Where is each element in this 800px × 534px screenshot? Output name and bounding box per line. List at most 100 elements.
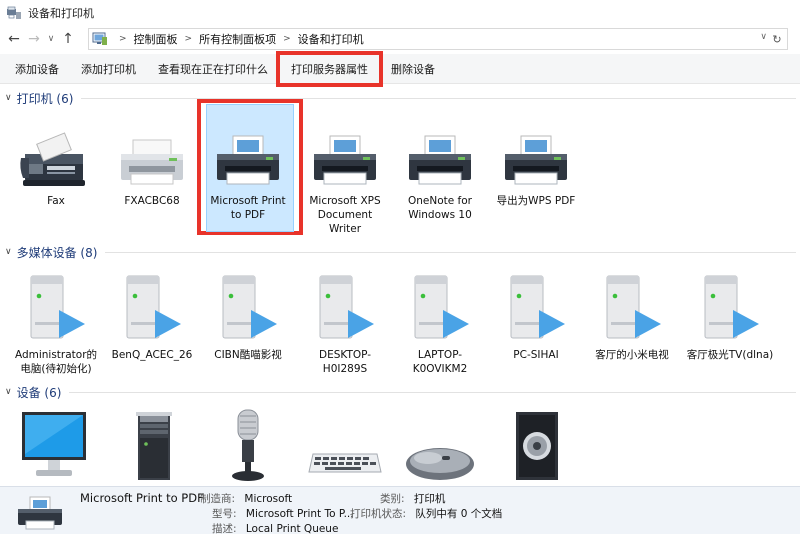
category-label: 类别: xyxy=(380,493,405,505)
media-device-item[interactable]: DESKTOP-H0I289S xyxy=(297,266,393,376)
model-label: 型号: xyxy=(212,508,237,520)
address-bar[interactable]: > 控制面板 > 所有控制面板项 > 设备和打印机 ∨ ↻ xyxy=(88,28,788,50)
media-devices-section-header[interactable]: ∨ 多媒体设备 (8) xyxy=(0,242,800,262)
keyboard-icon xyxy=(297,404,393,484)
printer-icon xyxy=(297,112,393,192)
media-device-name: 客厅的小米电视 xyxy=(595,349,669,361)
media-device-item[interactable]: Administrator的电脑(待初始化) xyxy=(8,266,104,376)
media-device-item[interactable]: LAPTOP-K0OVIKM2 xyxy=(392,266,488,376)
printer-item-export-wps-pdf[interactable]: 导出为WPS PDF xyxy=(488,112,584,208)
printer-name: FXACBC68 xyxy=(124,195,180,207)
printer-status-label: 打印机状态: xyxy=(350,508,407,520)
printer-item-microsoft-print-to-pdf[interactable]: Microsoft Print to PDF xyxy=(197,99,303,235)
breadcrumb-separator-icon[interactable]: > xyxy=(119,34,127,44)
fax-icon xyxy=(8,112,104,192)
devices-printers-app-icon xyxy=(6,5,22,21)
category-field: 类别: 打印机 xyxy=(380,491,445,506)
devices-section-label: 设备 (6) xyxy=(16,385,62,400)
breadcrumb-control-panel[interactable]: 控制面板 xyxy=(134,31,178,47)
media-device-item[interactable]: CIBN酷喵影视 xyxy=(200,266,296,362)
microphone-icon xyxy=(200,404,296,484)
section-divider xyxy=(81,97,796,99)
media-device-name: DESKTOP-H0I289S xyxy=(318,349,372,375)
description-field: 描述: Local Print Queue xyxy=(212,521,338,534)
printer-name: Fax xyxy=(47,195,65,207)
media-device-name: CIBN酷喵影视 xyxy=(214,349,282,361)
media-server-icon xyxy=(488,266,584,346)
section-divider xyxy=(69,391,796,393)
description-label: 描述: xyxy=(212,523,237,534)
description-value: Local Print Queue xyxy=(245,523,339,534)
section-divider xyxy=(105,251,796,253)
media-server-icon xyxy=(297,266,393,346)
printers-section-label: 打印机 (6) xyxy=(16,91,74,106)
media-device-name: BenQ_ACEC_26 xyxy=(111,349,193,361)
media-server-icon xyxy=(584,266,680,346)
model-value: Microsoft Print To P... xyxy=(245,508,354,520)
breadcrumb-all-control-panel-items[interactable]: 所有控制面板项 xyxy=(199,31,276,47)
print-server-properties-button[interactable]: 打印服务器属性 xyxy=(276,50,383,87)
printer-icon xyxy=(488,112,584,192)
device-item-keyboard[interactable] xyxy=(297,404,393,484)
device-item-speaker[interactable] xyxy=(488,404,584,484)
remove-device-button[interactable]: 删除设备 xyxy=(384,54,442,84)
device-item-monitor[interactable] xyxy=(8,404,104,484)
collapse-chevron-icon[interactable]: ∨ xyxy=(5,93,12,103)
refresh-icon[interactable]: ↻ xyxy=(769,31,785,47)
printer-item-fxacbc68[interactable]: FXACBC68 xyxy=(104,112,200,208)
media-server-icon xyxy=(682,266,778,346)
printer-icon xyxy=(200,112,296,192)
address-history-chevron-icon[interactable]: ∨ xyxy=(760,32,767,42)
printers-section-header[interactable]: ∨ 打印机 (6) xyxy=(0,88,800,108)
device-item-microphone[interactable] xyxy=(200,404,296,484)
manufacturer-field: 制造商: Microsoft xyxy=(200,491,292,506)
add-device-button[interactable]: 添加设备 xyxy=(8,54,66,84)
printer-name: Microsoft XPS Document Writer xyxy=(309,195,381,235)
add-printer-button[interactable]: 添加打印机 xyxy=(74,54,143,84)
media-server-icon xyxy=(392,266,488,346)
media-device-name: LAPTOP-K0OVIKM2 xyxy=(412,349,468,375)
printer-icon xyxy=(104,112,200,192)
media-device-item[interactable]: BenQ_ACEC_26 xyxy=(104,266,200,362)
details-pane: Microsoft Print to PDF 制造商: Microsoft 型号… xyxy=(0,486,800,534)
printer-item-fax[interactable]: Fax xyxy=(8,112,104,208)
collapse-chevron-icon[interactable]: ∨ xyxy=(5,247,12,257)
printer-name: Microsoft Print to PDF xyxy=(210,195,286,221)
media-device-name: 客厅极光TV(dlna) xyxy=(686,349,774,361)
printer-status-field: 打印机状态: 队列中有 0 个文档 xyxy=(350,506,502,521)
selected-printer-thumbnail-icon xyxy=(14,495,66,531)
collapse-chevron-icon[interactable]: ∨ xyxy=(5,387,12,397)
speaker-icon xyxy=(488,404,584,484)
media-device-item[interactable]: PC-SIHAI xyxy=(488,266,584,362)
see-whats-printing-button[interactable]: 查看现在正在打印什么 xyxy=(151,54,275,84)
title-bar: 设备和打印机 xyxy=(0,0,800,26)
printer-item-onenote-for-windows-10[interactable]: OneNote for Windows 10 xyxy=(392,112,488,222)
media-server-icon xyxy=(8,266,104,346)
devices-section-header[interactable]: ∨ 设备 (6) xyxy=(0,382,800,402)
manufacturer-value: Microsoft xyxy=(244,493,293,505)
monitor-icon xyxy=(8,404,104,484)
breadcrumb-devices-and-printers[interactable]: 设备和打印机 xyxy=(298,31,364,47)
back-arrow-icon[interactable]: ← xyxy=(4,29,24,49)
breadcrumb-separator-icon[interactable]: > xyxy=(185,34,193,44)
media-device-name: PC-SIHAI xyxy=(513,349,559,361)
forward-arrow-icon[interactable]: → xyxy=(24,29,44,49)
printer-status-value: 队列中有 0 个文档 xyxy=(415,508,503,520)
navigation-bar: ← → ∨ ↑ > 控制面板 > 所有控制面板项 > 设备和打印机 ∨ ↻ xyxy=(0,26,800,52)
printer-name: OneNote for Windows 10 xyxy=(407,195,472,221)
up-arrow-icon[interactable]: ↑ xyxy=(58,29,78,49)
mouse-icon xyxy=(392,404,488,484)
manufacturer-label: 制造商: xyxy=(200,493,236,505)
breadcrumb-separator-icon[interactable]: > xyxy=(283,34,291,44)
device-item-mouse[interactable] xyxy=(392,404,488,484)
window-title: 设备和打印机 xyxy=(28,7,94,20)
media-device-item[interactable]: 客厅极光TV(dlna) xyxy=(682,266,778,362)
command-toolbar: 添加设备 添加打印机 查看现在正在打印什么 打印服务器属性 删除设备 xyxy=(0,50,800,87)
category-value: 打印机 xyxy=(413,493,446,505)
media-device-item[interactable]: 客厅的小米电视 xyxy=(584,266,680,362)
recent-locations-chevron-icon[interactable]: ∨ xyxy=(44,29,58,49)
media-server-icon xyxy=(104,266,200,346)
printer-icon xyxy=(392,112,488,192)
printer-item-microsoft-xps-document-writer[interactable]: Microsoft XPS Document Writer xyxy=(297,112,393,236)
device-item-computer[interactable] xyxy=(104,404,200,484)
